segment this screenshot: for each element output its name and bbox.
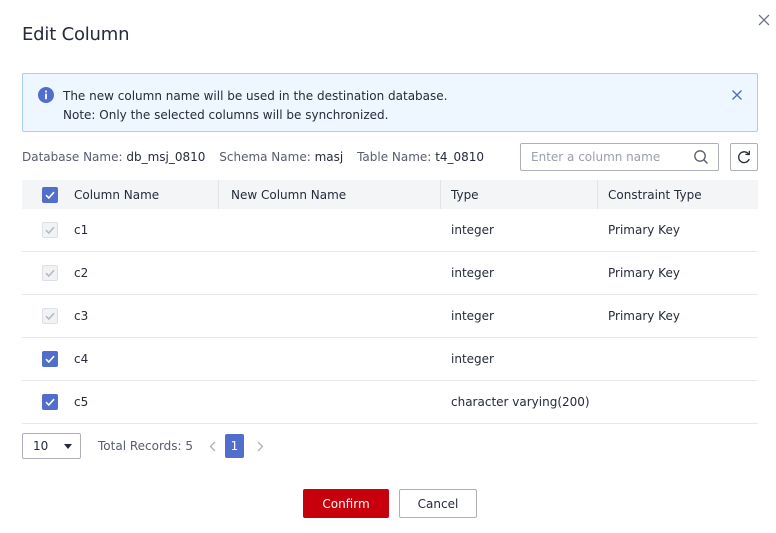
alert-message: The new column name will be used in the …	[63, 87, 447, 125]
check-icon	[45, 398, 55, 407]
table-info: Database Name: db_msj_0810 Schema Name: …	[22, 150, 484, 164]
columns-table: Column Name New Column Name Type Constra…	[22, 180, 758, 424]
page-size-select[interactable]: 10	[22, 433, 81, 459]
info-alert: The new column name will be used in the …	[22, 73, 758, 132]
header-column-name: Column Name	[74, 187, 160, 202]
pagination: 10 Total Records: 5 1	[22, 433, 522, 459]
header-new-column-name: New Column Name	[231, 187, 347, 202]
database-name-value: db_msj_0810	[126, 150, 206, 164]
table-name-label: Table Name:	[357, 150, 432, 164]
confirm-button[interactable]: Confirm	[303, 489, 389, 518]
table-row: c2 integer Primary Key	[22, 252, 758, 295]
row-checkbox[interactable]	[42, 394, 58, 410]
cell-type: character varying(200)	[451, 395, 590, 409]
cell-column-name: c4	[74, 352, 89, 366]
cell-column-name: c1	[74, 223, 89, 237]
table-row: c3 integer Primary Key	[22, 295, 758, 338]
row-checkbox-disabled	[42, 308, 58, 324]
column-search	[520, 143, 719, 171]
page-number-current[interactable]: 1	[225, 434, 244, 458]
select-all-cell	[42, 180, 58, 209]
page-size-value: 10	[33, 439, 49, 453]
chevron-right-icon	[257, 441, 263, 451]
cancel-button[interactable]: Cancel	[399, 489, 477, 518]
search-icon[interactable]	[693, 149, 709, 165]
row-checkbox-disabled	[42, 222, 58, 238]
cell-type: integer	[451, 309, 494, 323]
alert-close-icon[interactable]	[729, 87, 745, 103]
cell-column-name: c5	[74, 395, 89, 409]
next-page-button[interactable]	[253, 438, 267, 454]
caret-down-icon	[64, 444, 72, 449]
check-icon	[45, 269, 55, 278]
table-header: Column Name New Column Name Type Constra…	[22, 180, 758, 209]
column-search-input[interactable]	[521, 144, 691, 170]
cell-constraint-type: Primary Key	[608, 223, 680, 237]
schema-name-label: Schema Name:	[219, 150, 311, 164]
info-icon	[38, 87, 54, 103]
table-name-value: t4_0810	[435, 150, 485, 164]
table-row: c4 integer	[22, 338, 758, 381]
cell-type: integer	[451, 266, 494, 280]
chevron-left-icon	[209, 441, 215, 451]
database-name-label: Database Name:	[22, 150, 123, 164]
header-constraint-type: Constraint Type	[608, 187, 702, 202]
header-type: Type	[451, 187, 479, 202]
check-icon	[45, 355, 55, 364]
cell-type: integer	[451, 223, 494, 237]
select-all-checkbox[interactable]	[42, 186, 58, 203]
refresh-button[interactable]	[730, 143, 758, 171]
row-checkbox[interactable]	[42, 351, 58, 367]
cell-constraint-type: Primary Key	[608, 309, 680, 323]
dialog-title: Edit Column	[22, 24, 130, 45]
previous-page-button[interactable]	[205, 438, 219, 454]
alert-line-1: The new column name will be used in the …	[63, 89, 448, 103]
dialog-close-icon[interactable]	[754, 10, 774, 30]
check-icon	[45, 191, 55, 199]
cell-constraint-type: Primary Key	[608, 266, 680, 280]
cell-column-name: c3	[74, 309, 89, 323]
cell-column-name: c2	[74, 266, 89, 280]
refresh-icon	[738, 150, 751, 164]
row-checkbox-disabled	[42, 265, 58, 281]
check-icon	[45, 312, 55, 321]
cell-type: integer	[451, 352, 494, 366]
table-row: c1 integer Primary Key	[22, 209, 758, 252]
alert-line-2: Note: Only the selected columns will be …	[63, 108, 389, 122]
total-records: Total Records: 5	[98, 439, 194, 453]
table-row: c5 character varying(200)	[22, 381, 758, 424]
check-icon	[45, 226, 55, 235]
schema-name-value: masj	[314, 150, 344, 164]
